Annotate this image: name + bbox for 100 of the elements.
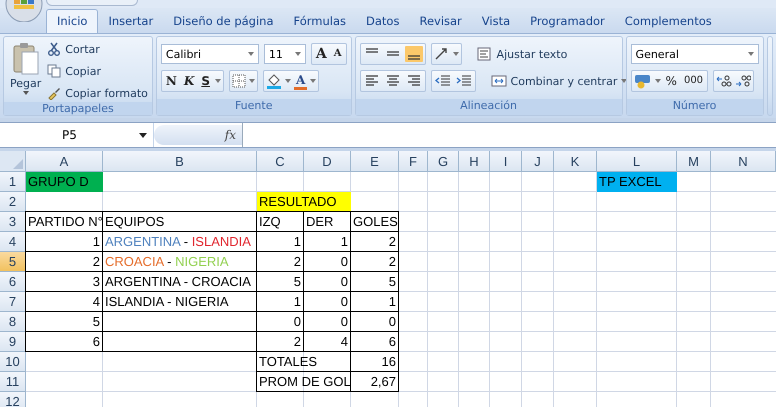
number-format-field[interactable]: General — [630, 44, 759, 64]
table-cell: 2 — [26, 252, 103, 272]
table-cell: 0 — [304, 312, 351, 332]
font-color-button[interactable]: A — [294, 72, 308, 90]
column-header[interactable]: H — [459, 151, 490, 172]
cut-button[interactable]: Cortar — [47, 40, 148, 58]
ribbon-tab[interactable]: Vista — [472, 10, 520, 33]
caret-icon — [654, 79, 661, 83]
row-header[interactable]: 7 — [0, 292, 26, 312]
increase-decimal-icon[interactable] — [716, 74, 732, 88]
table-cell: GOLES — [351, 212, 399, 232]
table-cell: 1 — [257, 232, 304, 252]
row-header[interactable]: 9 — [0, 332, 26, 352]
row-header[interactable]: 1 — [0, 172, 26, 192]
caret-icon — [748, 52, 754, 56]
percent-button[interactable]: % — [664, 72, 679, 90]
font-name-field[interactable]: Calibri — [160, 44, 259, 64]
group-label: Número — [626, 99, 763, 115]
ribbon-tab[interactable]: Programador — [520, 10, 615, 33]
table-cell: 6 — [351, 332, 399, 352]
row-header[interactable]: 3 — [0, 212, 26, 232]
vertical-align-icon[interactable] — [404, 46, 423, 62]
table-cell: 2,67 — [351, 372, 399, 392]
group-label: Portapapeles — [4, 102, 152, 115]
font-size-field[interactable]: 11 — [264, 44, 306, 64]
table-cell: 6 — [26, 332, 103, 352]
row-header[interactable]: 5 — [0, 252, 26, 272]
insert-function-button[interactable]: fx — [224, 128, 236, 142]
column-header[interactable]: F — [399, 151, 428, 172]
table-cell: 2 — [351, 252, 399, 272]
shrink-font-button[interactable]: A — [332, 45, 344, 63]
bold-button[interactable]: N — [164, 72, 179, 90]
table-cell: PARTIDO N° — [26, 212, 103, 232]
grow-font-button[interactable]: A — [314, 45, 329, 63]
row-header[interactable]: 8 — [0, 312, 26, 332]
currency-icon[interactable] — [634, 73, 652, 89]
caret-icon — [248, 52, 254, 56]
row-header[interactable]: 12 — [0, 392, 26, 407]
ribbon-tab[interactable]: Datos — [356, 10, 410, 33]
table-cell: 2 — [257, 332, 304, 352]
table-cell: IZQ — [257, 212, 304, 232]
column-header[interactable]: J — [522, 151, 554, 172]
row-header[interactable]: 2 — [0, 192, 26, 212]
ribbon-tab[interactable]: Complementos — [614, 10, 722, 33]
row-header[interactable]: 4 — [0, 232, 26, 252]
table-cell: 1 — [257, 292, 304, 312]
format-painter-button[interactable]: Copiar formato — [47, 84, 148, 102]
table-cell: 3 — [26, 272, 103, 292]
row-header[interactable]: 6 — [0, 272, 26, 292]
fill-bucket-icon[interactable] — [266, 73, 282, 89]
table-cell: 0 — [304, 272, 351, 292]
table-cell: 5 — [351, 272, 399, 292]
table-cell: DER — [304, 212, 351, 232]
underline-button[interactable]: S — [199, 72, 212, 90]
ribbon-tab[interactable]: Diseño de página — [163, 10, 284, 33]
table-cell: 5 — [26, 312, 103, 332]
ribbon-tab[interactable]: Inicio — [46, 9, 98, 33]
column-header[interactable]: G — [428, 151, 459, 172]
ribbon-tab[interactable]: Insertar — [98, 10, 164, 33]
table-cell: 4 — [26, 292, 103, 312]
table-cell: PROM DE GOL — [257, 372, 351, 392]
copy-button[interactable]: Copiar — [47, 62, 148, 80]
caret-icon — [214, 79, 221, 83]
thousands-button[interactable]: 000 — [682, 72, 706, 90]
column-header[interactable]: I — [490, 151, 522, 172]
column-header[interactable]: B — [103, 151, 257, 172]
column-header[interactable]: A — [26, 151, 103, 172]
table-cell: 0 — [351, 312, 399, 332]
merge-center-button[interactable]: Combinar y centrar — [490, 72, 628, 90]
column-header[interactable]: C — [257, 151, 304, 172]
row-header[interactable]: 10 — [0, 352, 26, 372]
borders-icon[interactable] — [232, 74, 246, 88]
row-header[interactable]: 11 — [0, 372, 26, 392]
ribbon-tab[interactable]: Revisar — [409, 10, 472, 33]
caret-icon — [310, 79, 316, 83]
paste-button[interactable]: Pegar — [8, 40, 44, 97]
column-header[interactable]: L — [597, 151, 677, 172]
table-cell: TOTALES — [257, 352, 351, 372]
merge-cells-icon — [490, 74, 507, 88]
ribbon-tab[interactable]: Fórmulas — [284, 10, 356, 33]
table-cell: GRUPO D — [26, 172, 103, 192]
column-header[interactable]: N — [711, 151, 776, 172]
column-header[interactable]: K — [554, 151, 597, 172]
column-header[interactable]: D — [304, 151, 351, 172]
brush-icon — [47, 86, 62, 100]
table-cell: 2 — [351, 232, 399, 252]
table-cell: ARGENTINA - CROACIA — [103, 272, 257, 292]
italic-button[interactable]: K — [182, 72, 196, 90]
table-cell: 1 — [304, 232, 351, 252]
wrap-text-button[interactable]: Ajustar texto — [476, 45, 568, 63]
table-cell: 16 — [351, 352, 399, 372]
column-header[interactable]: E — [351, 151, 399, 172]
table-cell: TP EXCEL — [597, 172, 677, 192]
table-cell: 1 — [351, 292, 399, 312]
name-box[interactable]: P5 — [0, 123, 154, 147]
decrease-decimal-icon[interactable] — [735, 74, 752, 88]
column-header[interactable]: M — [677, 151, 711, 172]
table-cell: 4 — [304, 332, 351, 352]
scissors-icon — [47, 42, 62, 56]
table-cell: ARGENTINA - ISLANDIA — [103, 232, 257, 252]
